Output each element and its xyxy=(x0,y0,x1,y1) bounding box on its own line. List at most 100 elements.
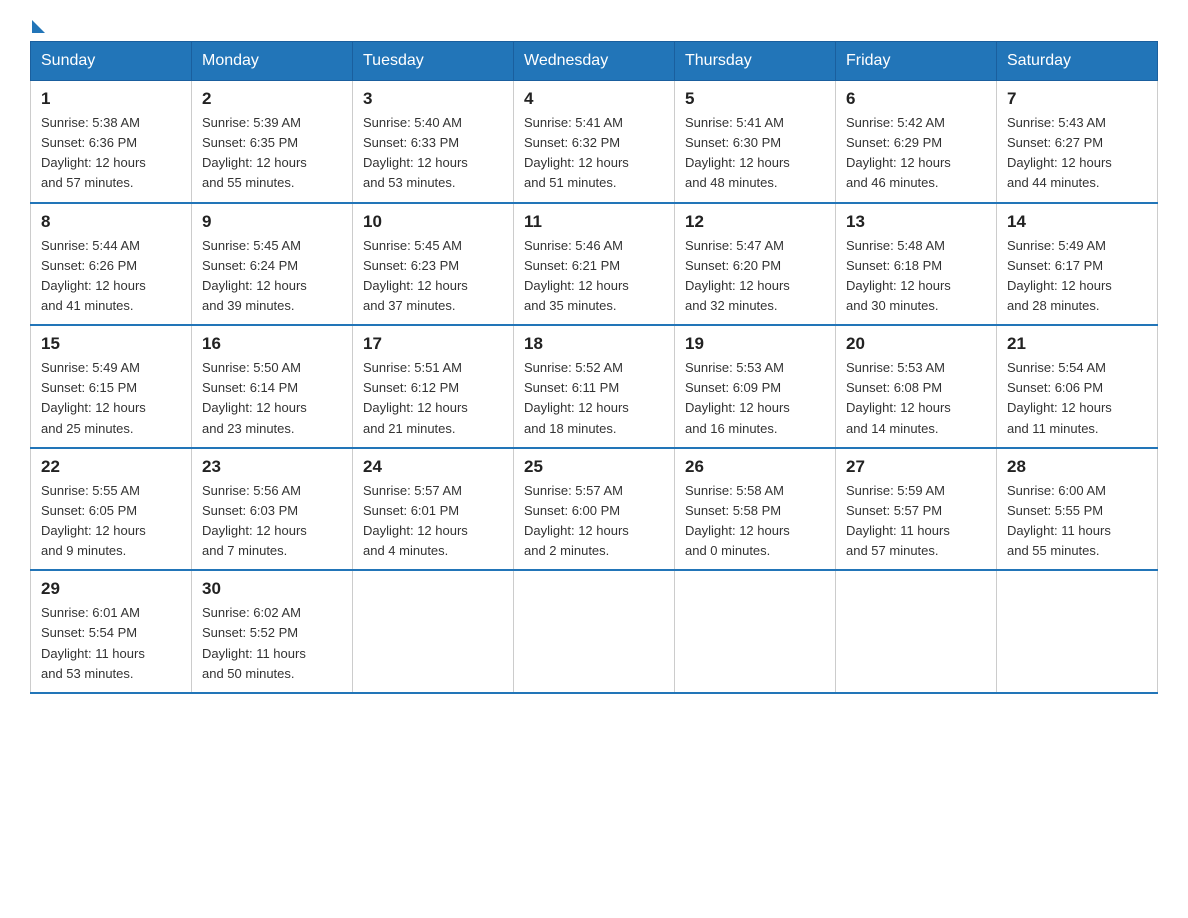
day-number: 26 xyxy=(685,457,825,477)
calendar-week-row: 22 Sunrise: 5:55 AMSunset: 6:05 PMDaylig… xyxy=(31,448,1158,571)
day-number: 3 xyxy=(363,89,503,109)
calendar-day-cell: 13 Sunrise: 5:48 AMSunset: 6:18 PMDaylig… xyxy=(836,203,997,326)
page-header xyxy=(30,20,1158,31)
day-info: Sunrise: 5:40 AMSunset: 6:33 PMDaylight:… xyxy=(363,113,503,194)
day-of-week-header: Monday xyxy=(192,42,353,81)
day-info: Sunrise: 5:51 AMSunset: 6:12 PMDaylight:… xyxy=(363,358,503,439)
calendar-day-cell: 2 Sunrise: 5:39 AMSunset: 6:35 PMDayligh… xyxy=(192,81,353,203)
calendar-day-cell: 10 Sunrise: 5:45 AMSunset: 6:23 PMDaylig… xyxy=(353,203,514,326)
calendar-day-cell: 25 Sunrise: 5:57 AMSunset: 6:00 PMDaylig… xyxy=(514,448,675,571)
day-of-week-header: Friday xyxy=(836,42,997,81)
calendar-day-cell: 27 Sunrise: 5:59 AMSunset: 5:57 PMDaylig… xyxy=(836,448,997,571)
day-number: 1 xyxy=(41,89,181,109)
day-number: 12 xyxy=(685,212,825,232)
day-info: Sunrise: 5:45 AMSunset: 6:24 PMDaylight:… xyxy=(202,236,342,317)
day-info: Sunrise: 5:49 AMSunset: 6:17 PMDaylight:… xyxy=(1007,236,1147,317)
calendar-day-cell: 24 Sunrise: 5:57 AMSunset: 6:01 PMDaylig… xyxy=(353,448,514,571)
day-number: 30 xyxy=(202,579,342,599)
calendar-table: SundayMondayTuesdayWednesdayThursdayFrid… xyxy=(30,41,1158,694)
day-info: Sunrise: 5:58 AMSunset: 5:58 PMDaylight:… xyxy=(685,481,825,562)
day-info: Sunrise: 5:59 AMSunset: 5:57 PMDaylight:… xyxy=(846,481,986,562)
day-number: 8 xyxy=(41,212,181,232)
calendar-day-cell: 16 Sunrise: 5:50 AMSunset: 6:14 PMDaylig… xyxy=(192,325,353,448)
day-number: 5 xyxy=(685,89,825,109)
day-number: 11 xyxy=(524,212,664,232)
day-number: 17 xyxy=(363,334,503,354)
calendar-day-cell: 12 Sunrise: 5:47 AMSunset: 6:20 PMDaylig… xyxy=(675,203,836,326)
day-number: 6 xyxy=(846,89,986,109)
day-info: Sunrise: 5:55 AMSunset: 6:05 PMDaylight:… xyxy=(41,481,181,562)
calendar-header-row: SundayMondayTuesdayWednesdayThursdayFrid… xyxy=(31,42,1158,81)
day-info: Sunrise: 5:41 AMSunset: 6:32 PMDaylight:… xyxy=(524,113,664,194)
calendar-day-cell: 5 Sunrise: 5:41 AMSunset: 6:30 PMDayligh… xyxy=(675,81,836,203)
day-number: 22 xyxy=(41,457,181,477)
day-number: 29 xyxy=(41,579,181,599)
day-info: Sunrise: 5:52 AMSunset: 6:11 PMDaylight:… xyxy=(524,358,664,439)
day-of-week-header: Thursday xyxy=(675,42,836,81)
day-info: Sunrise: 5:38 AMSunset: 6:36 PMDaylight:… xyxy=(41,113,181,194)
calendar-day-cell: 4 Sunrise: 5:41 AMSunset: 6:32 PMDayligh… xyxy=(514,81,675,203)
day-info: Sunrise: 5:47 AMSunset: 6:20 PMDaylight:… xyxy=(685,236,825,317)
calendar-day-cell: 26 Sunrise: 5:58 AMSunset: 5:58 PMDaylig… xyxy=(675,448,836,571)
day-number: 23 xyxy=(202,457,342,477)
day-number: 2 xyxy=(202,89,342,109)
day-number: 4 xyxy=(524,89,664,109)
day-number: 9 xyxy=(202,212,342,232)
day-info: Sunrise: 5:44 AMSunset: 6:26 PMDaylight:… xyxy=(41,236,181,317)
calendar-day-cell: 14 Sunrise: 5:49 AMSunset: 6:17 PMDaylig… xyxy=(997,203,1158,326)
day-info: Sunrise: 5:57 AMSunset: 6:00 PMDaylight:… xyxy=(524,481,664,562)
day-number: 18 xyxy=(524,334,664,354)
calendar-day-cell xyxy=(997,570,1158,693)
calendar-day-cell: 22 Sunrise: 5:55 AMSunset: 6:05 PMDaylig… xyxy=(31,448,192,571)
day-info: Sunrise: 5:49 AMSunset: 6:15 PMDaylight:… xyxy=(41,358,181,439)
calendar-day-cell: 18 Sunrise: 5:52 AMSunset: 6:11 PMDaylig… xyxy=(514,325,675,448)
calendar-day-cell xyxy=(836,570,997,693)
day-info: Sunrise: 5:53 AMSunset: 6:08 PMDaylight:… xyxy=(846,358,986,439)
day-info: Sunrise: 5:43 AMSunset: 6:27 PMDaylight:… xyxy=(1007,113,1147,194)
day-number: 13 xyxy=(846,212,986,232)
day-info: Sunrise: 5:48 AMSunset: 6:18 PMDaylight:… xyxy=(846,236,986,317)
calendar-day-cell: 20 Sunrise: 5:53 AMSunset: 6:08 PMDaylig… xyxy=(836,325,997,448)
day-info: Sunrise: 5:57 AMSunset: 6:01 PMDaylight:… xyxy=(363,481,503,562)
day-number: 19 xyxy=(685,334,825,354)
calendar-week-row: 15 Sunrise: 5:49 AMSunset: 6:15 PMDaylig… xyxy=(31,325,1158,448)
calendar-week-row: 29 Sunrise: 6:01 AMSunset: 5:54 PMDaylig… xyxy=(31,570,1158,693)
calendar-week-row: 8 Sunrise: 5:44 AMSunset: 6:26 PMDayligh… xyxy=(31,203,1158,326)
day-of-week-header: Saturday xyxy=(997,42,1158,81)
calendar-day-cell: 21 Sunrise: 5:54 AMSunset: 6:06 PMDaylig… xyxy=(997,325,1158,448)
calendar-day-cell: 9 Sunrise: 5:45 AMSunset: 6:24 PMDayligh… xyxy=(192,203,353,326)
calendar-day-cell: 17 Sunrise: 5:51 AMSunset: 6:12 PMDaylig… xyxy=(353,325,514,448)
calendar-day-cell: 30 Sunrise: 6:02 AMSunset: 5:52 PMDaylig… xyxy=(192,570,353,693)
day-number: 15 xyxy=(41,334,181,354)
day-number: 16 xyxy=(202,334,342,354)
calendar-day-cell: 19 Sunrise: 5:53 AMSunset: 6:09 PMDaylig… xyxy=(675,325,836,448)
calendar-day-cell: 7 Sunrise: 5:43 AMSunset: 6:27 PMDayligh… xyxy=(997,81,1158,203)
day-number: 24 xyxy=(363,457,503,477)
calendar-day-cell xyxy=(353,570,514,693)
day-of-week-header: Sunday xyxy=(31,42,192,81)
logo xyxy=(30,20,45,31)
calendar-day-cell: 23 Sunrise: 5:56 AMSunset: 6:03 PMDaylig… xyxy=(192,448,353,571)
day-info: Sunrise: 5:53 AMSunset: 6:09 PMDaylight:… xyxy=(685,358,825,439)
day-number: 14 xyxy=(1007,212,1147,232)
day-info: Sunrise: 5:56 AMSunset: 6:03 PMDaylight:… xyxy=(202,481,342,562)
day-number: 25 xyxy=(524,457,664,477)
calendar-day-cell: 3 Sunrise: 5:40 AMSunset: 6:33 PMDayligh… xyxy=(353,81,514,203)
day-info: Sunrise: 6:01 AMSunset: 5:54 PMDaylight:… xyxy=(41,603,181,684)
day-number: 10 xyxy=(363,212,503,232)
day-info: Sunrise: 5:46 AMSunset: 6:21 PMDaylight:… xyxy=(524,236,664,317)
calendar-day-cell: 29 Sunrise: 6:01 AMSunset: 5:54 PMDaylig… xyxy=(31,570,192,693)
day-number: 20 xyxy=(846,334,986,354)
day-info: Sunrise: 6:02 AMSunset: 5:52 PMDaylight:… xyxy=(202,603,342,684)
day-info: Sunrise: 5:42 AMSunset: 6:29 PMDaylight:… xyxy=(846,113,986,194)
day-number: 21 xyxy=(1007,334,1147,354)
day-info: Sunrise: 5:41 AMSunset: 6:30 PMDaylight:… xyxy=(685,113,825,194)
calendar-day-cell: 1 Sunrise: 5:38 AMSunset: 6:36 PMDayligh… xyxy=(31,81,192,203)
calendar-week-row: 1 Sunrise: 5:38 AMSunset: 6:36 PMDayligh… xyxy=(31,81,1158,203)
calendar-day-cell: 15 Sunrise: 5:49 AMSunset: 6:15 PMDaylig… xyxy=(31,325,192,448)
day-number: 28 xyxy=(1007,457,1147,477)
calendar-day-cell: 8 Sunrise: 5:44 AMSunset: 6:26 PMDayligh… xyxy=(31,203,192,326)
day-info: Sunrise: 5:39 AMSunset: 6:35 PMDaylight:… xyxy=(202,113,342,194)
calendar-day-cell: 28 Sunrise: 6:00 AMSunset: 5:55 PMDaylig… xyxy=(997,448,1158,571)
day-number: 7 xyxy=(1007,89,1147,109)
